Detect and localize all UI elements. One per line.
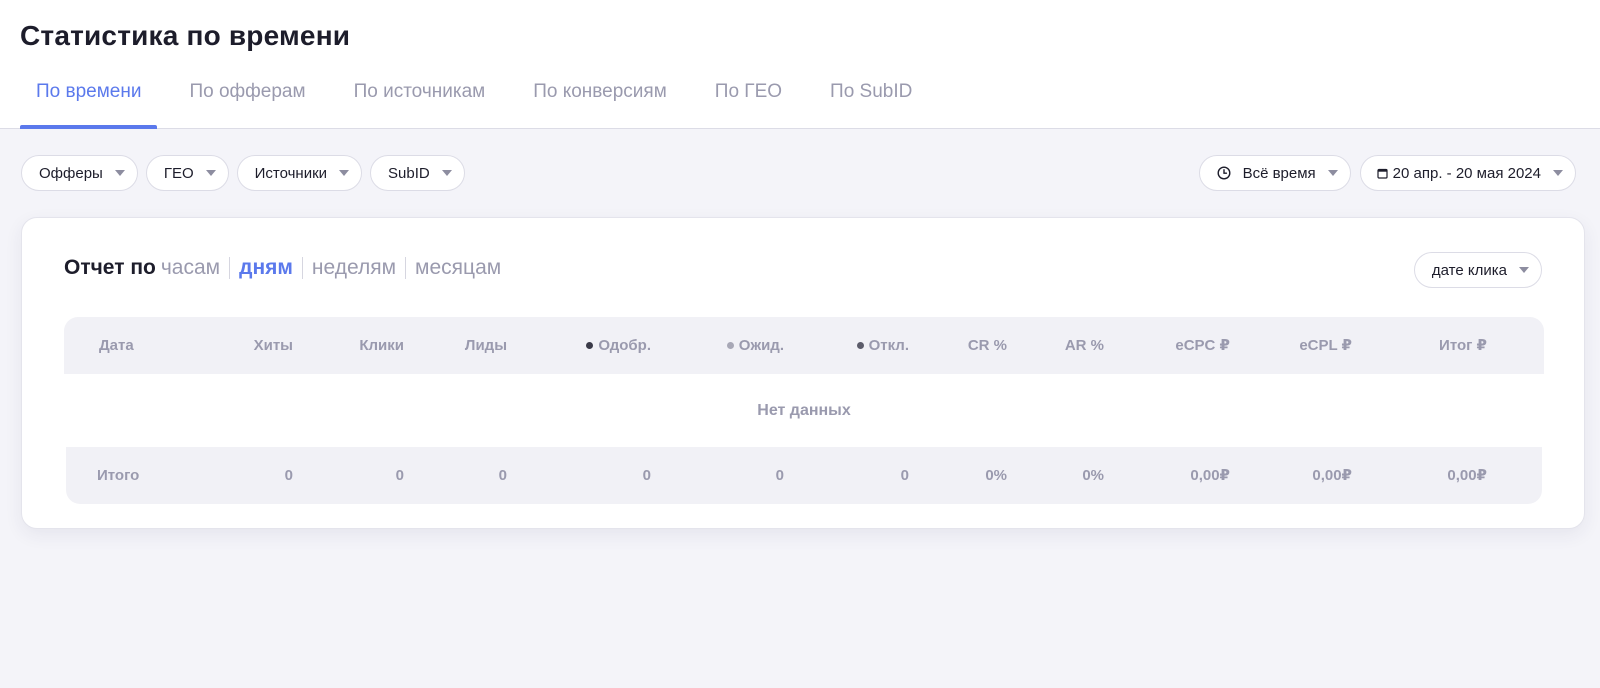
total-ecpl: 0,00₽ xyxy=(1312,467,1352,484)
total-sum: 0,00₽ xyxy=(1447,467,1487,484)
clock-icon xyxy=(1217,166,1231,180)
report-granularity-switch: Отчет по часам дням неделям месяцам xyxy=(64,256,501,280)
totals-row: Итого 0 0 0 0 0 0 0% 0% 0,00₽ 0,00₽ 0,00… xyxy=(66,447,1542,504)
page-header: Статистика по времени По времени По оффе… xyxy=(0,0,1600,129)
column-header-ecpc[interactable]: eCPC ₽ xyxy=(1175,317,1230,374)
tab-by-conversions[interactable]: По конверсиям xyxy=(517,70,683,129)
pending-status-dot xyxy=(726,341,734,349)
tab-by-subid[interactable]: По SubID xyxy=(814,70,928,129)
filter-bar: Офферы ГЕО Источники SubID xyxy=(21,155,465,191)
column-header-clicks[interactable]: Клики xyxy=(359,317,404,374)
column-header-leads[interactable]: Лиды xyxy=(465,317,507,374)
period-filters: Всё время 20 апр. - 20 мая 2024 xyxy=(1198,155,1576,191)
divider xyxy=(229,257,231,279)
period-label: Всё время xyxy=(1242,164,1316,182)
table-header: Дата Хиты Клики Лиды Одобр. Ожид. Откл. … xyxy=(64,317,1544,374)
column-header-pending[interactable]: Ожид. xyxy=(726,317,784,374)
chevron-down-icon xyxy=(1327,170,1338,176)
column-header-rejected[interactable]: Откл. xyxy=(856,317,909,374)
total-clicks: 0 xyxy=(395,467,404,484)
chevron-down-icon xyxy=(339,170,350,176)
calendar-icon xyxy=(1377,168,1388,179)
tab-by-time[interactable]: По времени xyxy=(20,70,158,129)
page-title: Статистика по времени xyxy=(20,20,351,51)
chevron-down-icon xyxy=(441,170,452,176)
total-ar: 0% xyxy=(1082,467,1104,484)
period-option-days[interactable]: дням xyxy=(239,256,293,280)
column-header-hits[interactable]: Хиты xyxy=(254,317,293,374)
report-card: Отчет по часам дням неделям месяцам дате… xyxy=(21,217,1585,529)
offers-filter-label: Офферы xyxy=(39,164,103,182)
subid-filter-label: SubID xyxy=(388,164,430,182)
date-range-picker[interactable]: 20 апр. - 20 мая 2024 xyxy=(1359,155,1576,191)
date-range-label: 20 апр. - 20 мая 2024 xyxy=(1392,164,1541,182)
total-hits: 0 xyxy=(284,467,293,484)
stats-tabs: По времени По офферам По источникам По к… xyxy=(20,70,944,129)
subid-filter-dropdown[interactable]: SubID xyxy=(370,155,465,191)
column-header-total[interactable]: Итог ₽ xyxy=(1439,317,1487,374)
geo-filter-label: ГЕО xyxy=(163,164,194,182)
chevron-down-icon xyxy=(205,170,216,176)
total-pending: 0 xyxy=(775,467,784,484)
date-basis-dropdown[interactable]: дате клика xyxy=(1413,252,1542,288)
totals-label: Итого xyxy=(97,467,140,484)
total-ecpc: 0,00₽ xyxy=(1190,467,1230,484)
column-header-cr[interactable]: CR % xyxy=(968,317,1007,374)
total-approved: 0 xyxy=(642,467,651,484)
sources-filter-dropdown[interactable]: Источники xyxy=(236,155,363,191)
chevron-down-icon xyxy=(1519,267,1529,273)
period-option-months[interactable]: месяцам xyxy=(415,256,501,280)
offers-filter-dropdown[interactable]: Офферы xyxy=(21,155,138,191)
approved-status-dot xyxy=(586,341,594,349)
divider xyxy=(301,257,303,279)
period-option-hours[interactable]: часам xyxy=(161,256,220,280)
chevron-down-icon xyxy=(1553,170,1563,176)
period-dropdown[interactable]: Всё время xyxy=(1198,155,1351,191)
total-leads: 0 xyxy=(498,467,507,484)
column-header-approved[interactable]: Одобр. xyxy=(586,317,651,374)
rejected-status-dot xyxy=(856,341,864,349)
total-rejected: 0 xyxy=(900,467,909,484)
report-title-prefix: Отчет по xyxy=(64,256,156,279)
column-header-ar[interactable]: AR % xyxy=(1065,317,1104,374)
column-header-ecpl[interactable]: eCPL ₽ xyxy=(1299,317,1352,374)
empty-state-message: Нет данных xyxy=(757,402,851,419)
tab-by-offers[interactable]: По офферам xyxy=(173,70,321,129)
period-option-weeks[interactable]: неделям xyxy=(312,256,396,280)
column-header-approved-label: Одобр. xyxy=(598,337,651,354)
column-header-rejected-label: Откл. xyxy=(868,337,909,354)
tab-by-geo[interactable]: По ГЕО xyxy=(699,70,798,129)
sources-filter-label: Источники xyxy=(254,164,328,182)
chevron-down-icon xyxy=(114,170,125,176)
date-basis-label: дате клика xyxy=(1431,261,1507,279)
column-header-date[interactable]: Дата xyxy=(99,317,134,374)
divider xyxy=(405,257,407,279)
column-header-pending-label: Ожид. xyxy=(738,337,784,354)
tab-by-sources[interactable]: По источникам xyxy=(338,70,502,129)
geo-filter-dropdown[interactable]: ГЕО xyxy=(145,155,229,191)
total-cr: 0% xyxy=(985,467,1007,484)
